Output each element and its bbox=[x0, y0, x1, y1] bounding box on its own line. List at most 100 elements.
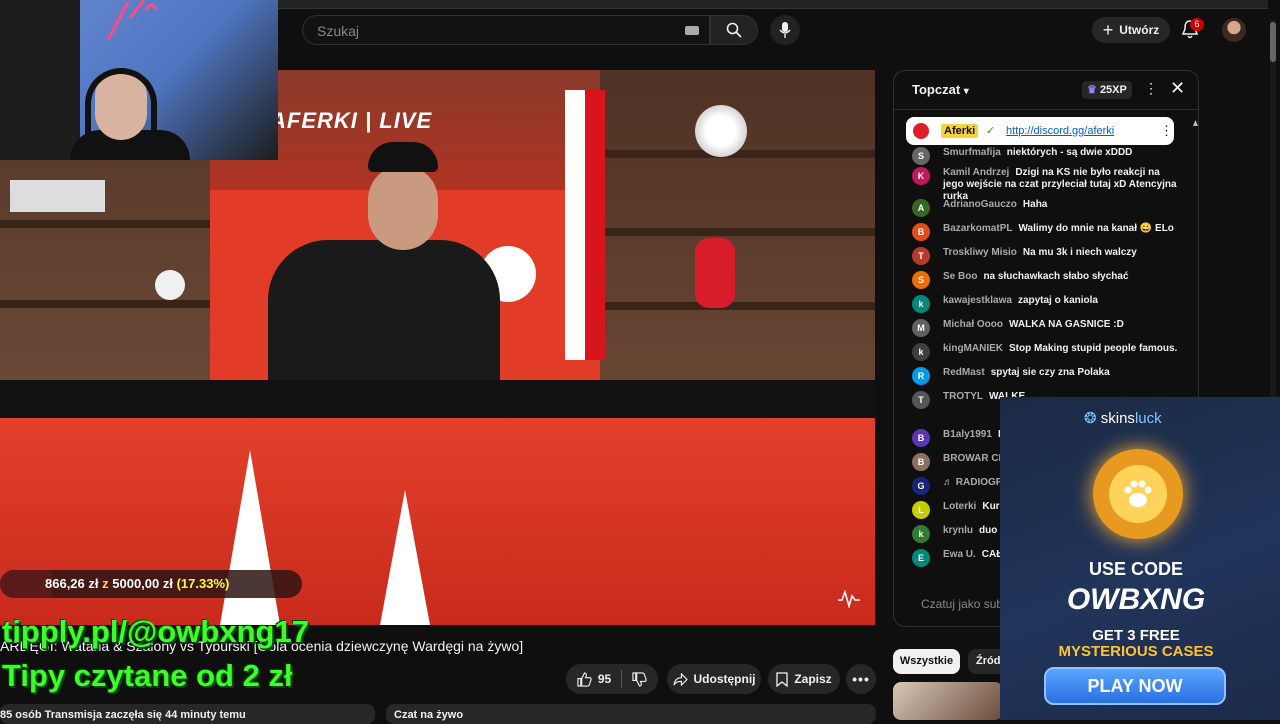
scroll-up-arrow-icon[interactable] bbox=[1193, 120, 1198, 128]
chat-message[interactable]: S Smurfmafija niektórych - są dwie xDDD bbox=[912, 147, 1182, 165]
neon-light-icon bbox=[106, 0, 158, 40]
search-placeholder: Szukaj bbox=[317, 23, 360, 39]
xp-badge[interactable]: ♛ 25XP bbox=[1082, 81, 1132, 99]
verified-check-icon: ✓ bbox=[986, 125, 996, 137]
recommended-thumbnail[interactable] bbox=[893, 682, 1003, 720]
chat-author[interactable]: kingMANIEK bbox=[943, 343, 1003, 354]
chat-author[interactable]: TROTYL bbox=[943, 391, 983, 402]
chat-avatar[interactable]: R bbox=[912, 367, 930, 385]
chat-body: niektórych - są dwie xDDD bbox=[1006, 147, 1133, 158]
filter-chip-all[interactable]: Wszystkie bbox=[893, 649, 960, 674]
chat-avatar[interactable]: S bbox=[912, 271, 930, 289]
chat-menu-icon[interactable]: ⋮ bbox=[1144, 80, 1158, 97]
plus-icon: + bbox=[1102, 19, 1114, 40]
paw-coin-icon bbox=[1093, 449, 1183, 539]
chat-avatar[interactable]: E bbox=[912, 549, 930, 567]
chat-avatar[interactable]: B bbox=[912, 453, 930, 471]
search-button[interactable] bbox=[710, 15, 758, 45]
crown-icon: ♛ bbox=[1087, 84, 1097, 96]
chat-avatar[interactable]: T bbox=[912, 247, 930, 265]
xp-value: 25XP bbox=[1099, 84, 1127, 96]
goal-target: 5000,00 zł bbox=[112, 576, 173, 591]
page-scrollbar-thumb[interactable] bbox=[1270, 22, 1276, 62]
account-avatar[interactable] bbox=[1222, 18, 1246, 42]
description-box[interactable]: 85 osób Transmisja zaczęła się 44 minuty… bbox=[0, 704, 375, 724]
chat-body: WALKA NA GASNICE :D bbox=[1009, 319, 1124, 330]
chat-author[interactable]: RedMast bbox=[943, 367, 985, 378]
close-icon[interactable]: ✕ bbox=[1170, 78, 1185, 99]
chat-header: Topczat ▾ ♛ 25XP ⋮ ✕ bbox=[894, 71, 1198, 110]
chat-body: na słuchawkach słabo słychać bbox=[983, 271, 1129, 282]
create-button[interactable]: + Utwórz bbox=[1092, 17, 1170, 43]
headphones-icon bbox=[85, 68, 157, 160]
chat-avatar[interactable]: L bbox=[912, 501, 930, 519]
voice-search-button[interactable] bbox=[770, 15, 800, 45]
like-count[interactable]: 95 bbox=[598, 672, 611, 686]
chat-avatar[interactable]: K bbox=[912, 167, 930, 185]
skinsluck-ad[interactable]: ❂ skinsluck USE CODE OWBXNG GET 3 FREE M… bbox=[1000, 397, 1280, 720]
chat-author[interactable]: ♬ RADIOGP bbox=[943, 477, 1002, 488]
white-spike-decor bbox=[220, 450, 280, 625]
chat-avatar[interactable]: k bbox=[912, 525, 930, 543]
ad-logo-icon: ❂ bbox=[1084, 410, 1097, 427]
chat-message[interactable]: T Troskliwy Misio Na mu 3k i niech walczy bbox=[912, 247, 1182, 265]
search-input[interactable]: Szukaj bbox=[302, 15, 710, 45]
pinned-menu-icon[interactable]: ⋮ bbox=[1160, 123, 1173, 139]
chat-mode-label: Topczat bbox=[912, 82, 961, 97]
chat-author[interactable]: Troskliwy Misio bbox=[943, 247, 1017, 258]
chat-avatar[interactable]: M bbox=[912, 319, 930, 337]
chat-author[interactable]: AdrianoGauczo bbox=[943, 199, 1017, 210]
description-meta: 85 osób Transmisja zaczęła się 44 minuty… bbox=[0, 709, 246, 721]
chat-message[interactable]: k kawajestklawa zapytaj o kaniola bbox=[912, 295, 1182, 313]
chat-author[interactable]: Se Boo bbox=[943, 271, 977, 282]
chat-message-text: Kamil Andrzej Dzigi na KS nie było reakcj… bbox=[943, 167, 1182, 203]
chat-mode-dropdown[interactable]: Topczat ▾ bbox=[912, 82, 969, 97]
save-label: Zapisz bbox=[794, 672, 832, 686]
goal-separator: z bbox=[102, 576, 109, 591]
chat-author[interactable]: Kamil Andrzej bbox=[943, 167, 1009, 178]
chat-message[interactable]: K Kamil Andrzej Dzigi na KS nie było reakc… bbox=[912, 167, 1182, 203]
chat-author[interactable]: BROWAR CH bbox=[943, 453, 1006, 464]
thumbs-down-icon[interactable] bbox=[632, 671, 647, 687]
chat-message[interactable]: A AdrianoGauczo Haha bbox=[912, 199, 1182, 217]
save-button[interactable]: Zapisz bbox=[768, 664, 840, 694]
shelf-board bbox=[600, 228, 875, 236]
chat-author[interactable]: B1aly1991 bbox=[943, 429, 992, 440]
pinned-message[interactable]: Aferki ✓ http://discord.gg/aferki ⋮ bbox=[906, 117, 1174, 145]
chat-avatar[interactable]: G bbox=[912, 477, 930, 495]
chat-body: Walimy do mnie na kanał 😀 ELo bbox=[1018, 223, 1174, 234]
chat-message-text: Smurfmafija niektórych - są dwie xDDD bbox=[943, 147, 1182, 159]
chat-author[interactable]: Ewa U. bbox=[943, 549, 976, 560]
chat-author[interactable]: BazarkomatPL bbox=[943, 223, 1012, 234]
donation-goal-text: 866,26 zł z 5000,00 zł (17.33%) bbox=[45, 576, 229, 591]
more-actions-button[interactable]: ••• bbox=[846, 664, 876, 694]
chat-author[interactable]: Smurfmafija bbox=[943, 147, 1001, 158]
chat-message[interactable]: k kingMANIEK Stop Making stupid people fam… bbox=[912, 343, 1182, 361]
keyboard-icon[interactable] bbox=[685, 26, 699, 35]
share-button[interactable]: Udostępnij bbox=[667, 664, 761, 694]
chat-avatar[interactable]: T bbox=[912, 391, 930, 409]
thumbs-up-icon[interactable] bbox=[577, 671, 592, 687]
chat-author[interactable]: krynlu bbox=[943, 525, 973, 536]
chat-avatar[interactable]: k bbox=[912, 343, 930, 361]
chat-message[interactable]: S Se Boo na słuchawkach słabo słychać bbox=[912, 271, 1182, 289]
chat-avatar[interactable]: B bbox=[912, 223, 930, 241]
chat-author[interactable]: kawajestklawa bbox=[943, 295, 1012, 306]
chat-body: Haha bbox=[1022, 199, 1048, 210]
chat-avatar[interactable]: A bbox=[912, 199, 930, 217]
pinned-link[interactable]: http://discord.gg/aferki bbox=[1006, 125, 1114, 137]
chat-message[interactable]: M Michał Oooo WALKA NA GASNICE :D bbox=[912, 319, 1182, 337]
chat-avatar[interactable]: k bbox=[912, 295, 930, 313]
ad-play-now-button[interactable]: PLAY NOW bbox=[1044, 667, 1226, 705]
chat-author[interactable]: Michał Oooo bbox=[943, 319, 1003, 330]
live-chat-label[interactable]: Czat na żywo bbox=[386, 704, 876, 724]
chat-avatar[interactable]: S bbox=[912, 147, 930, 165]
chat-message[interactable]: R RedMast spytaj sie czy zna Polaka bbox=[912, 367, 1182, 385]
webcam-dark-area bbox=[0, 0, 80, 160]
ad-logo-part2: luck bbox=[1134, 410, 1162, 427]
chat-message[interactable]: B BazarkomatPL Walimy do mnie na kanał 😀 E… bbox=[912, 223, 1182, 241]
chat-message-text: kawajestklawa zapytaj o kaniola bbox=[943, 295, 1182, 307]
host-head bbox=[368, 165, 438, 250]
chat-author[interactable]: Loterki bbox=[943, 501, 976, 512]
chat-avatar[interactable]: B bbox=[912, 429, 930, 447]
